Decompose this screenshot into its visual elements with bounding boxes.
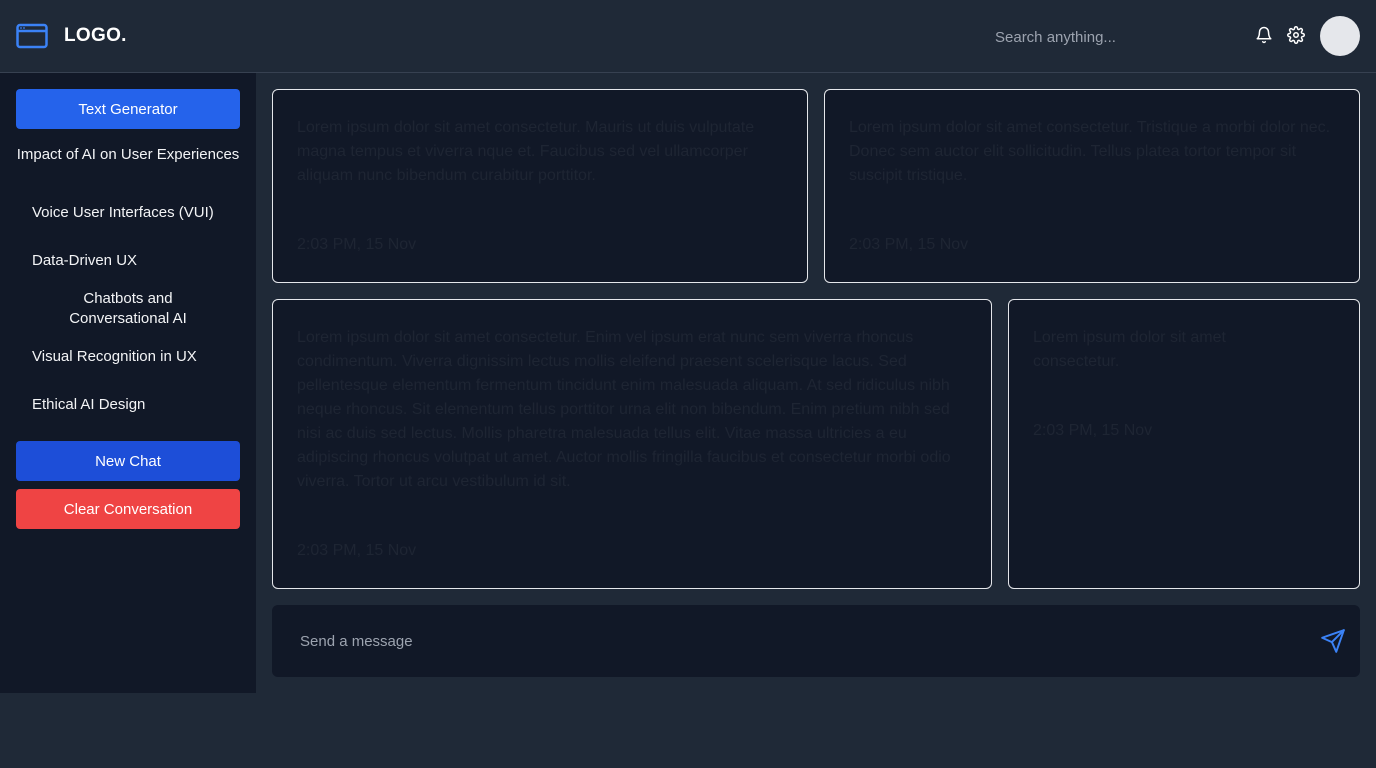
top-bar: LOGO. (0, 0, 1376, 73)
message-text: Lorem ipsum dolor sit amet consectetur. … (849, 119, 1331, 184)
sidebar-item-chatbots[interactable]: Chatbots and Conversational AI (16, 289, 240, 329)
message-timestamp: 2:03 PM, 15 Nov (297, 542, 417, 559)
message-text: Lorem ipsum dolor sit amet consectetur. … (297, 119, 755, 184)
sidebar-item-data-driven-ux[interactable]: Data-Driven UX (16, 251, 240, 271)
message-input[interactable] (300, 629, 1300, 653)
message-card: Lorem ipsum dolor sit amet consectetur. … (824, 89, 1360, 283)
message-card: Lorem ipsum dolor sit amet consectetur. … (1008, 299, 1360, 589)
message-timestamp: 2:03 PM, 15 Nov (1033, 422, 1153, 439)
text-generator-button[interactable]: Text Generator (16, 89, 240, 129)
gear-icon[interactable] (1287, 26, 1305, 44)
send-icon[interactable] (1320, 628, 1346, 654)
message-text: Lorem ipsum dolor sit amet consectetur. (1033, 329, 1226, 370)
sidebar-item-voice-user-interfaces[interactable]: Voice User Interfaces (VUI) (16, 203, 240, 223)
new-chat-button[interactable]: New Chat (16, 441, 240, 481)
message-text: Lorem ipsum dolor sit amet consectetur. … (297, 329, 951, 490)
message-timestamp: 2:03 PM, 15 Nov (297, 236, 417, 253)
search-input[interactable] (981, 24, 1221, 50)
message-composer (272, 605, 1360, 677)
message-card: Lorem ipsum dolor sit amet consectetur. … (272, 89, 808, 283)
sidebar: Text Generator Impact of AI on User Expe… (0, 73, 256, 693)
sidebar-item-impact-of-ai[interactable]: Impact of AI on User Experiences (16, 145, 240, 165)
logo-text: LOGO. (64, 25, 127, 46)
sidebar-item-visual-recognition[interactable]: Visual Recognition in UX (16, 347, 240, 367)
message-timestamp: 2:03 PM, 15 Nov (849, 236, 969, 253)
browser-window-icon (16, 23, 48, 49)
sidebar-item-ethical-ai-design[interactable]: Ethical AI Design (16, 395, 240, 415)
bell-icon[interactable] (1255, 26, 1273, 44)
clear-conversation-button[interactable]: Clear Conversation (16, 489, 240, 529)
message-card: Lorem ipsum dolor sit amet consectetur. … (272, 299, 992, 589)
avatar[interactable] (1320, 16, 1360, 56)
